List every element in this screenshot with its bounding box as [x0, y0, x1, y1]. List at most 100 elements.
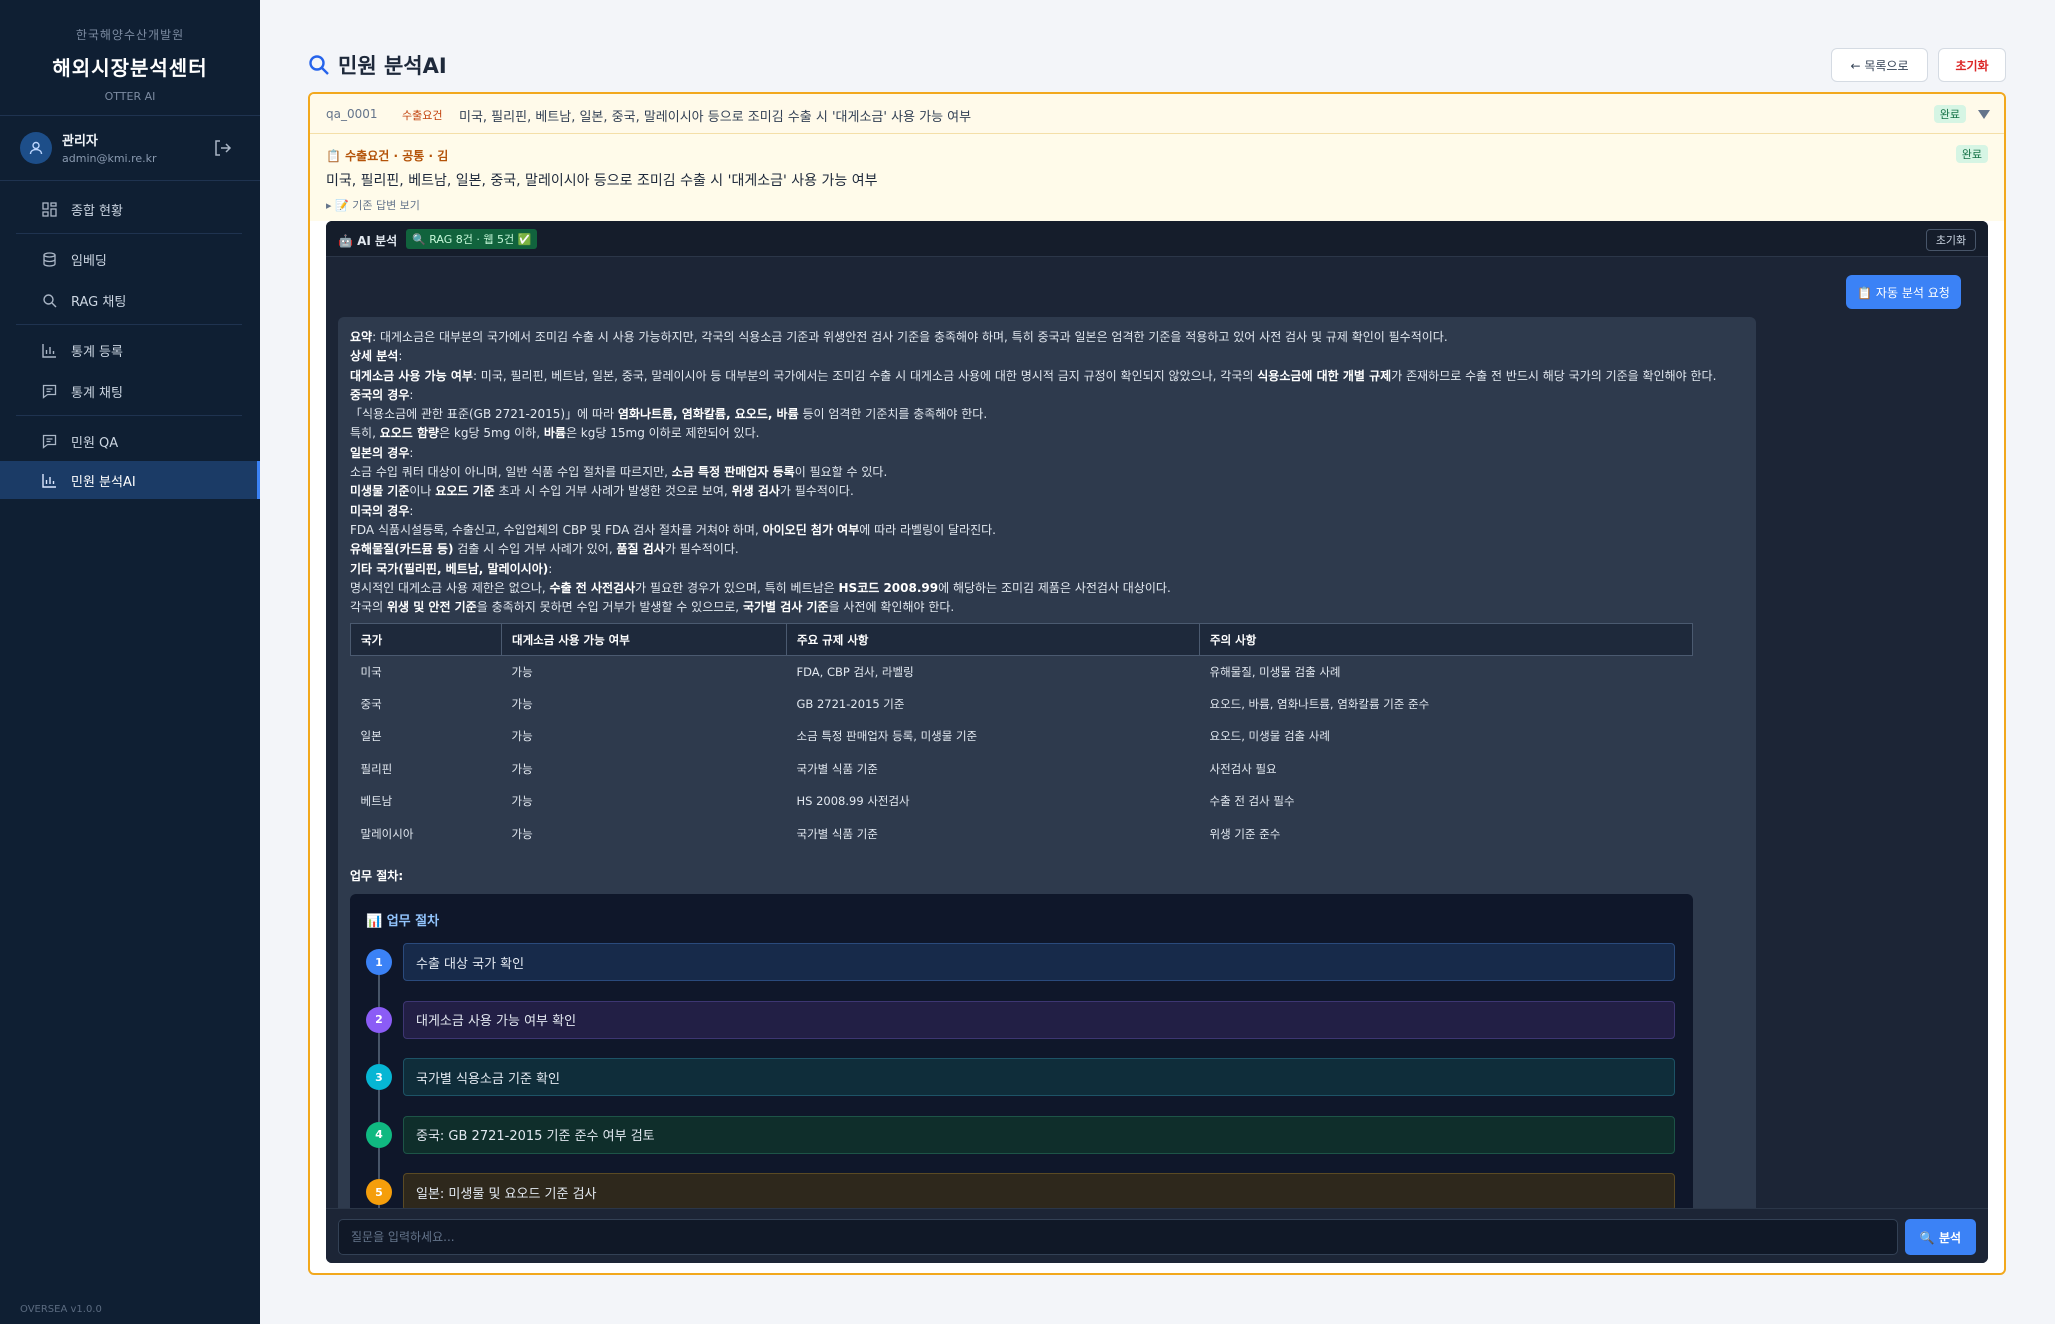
sidebar-item-qa-analysis[interactable]: 민원 분석AI	[0, 461, 260, 499]
qa-card-header[interactable]: qa_0001 수출요건 미국, 필리핀, 베트남, 일본, 중국, 말레이시아…	[310, 94, 2004, 134]
answer-text-run: 은 kg당 15mg 이하로 제한되어 있다.	[565, 426, 760, 441]
search-icon	[43, 293, 57, 307]
table-cell: 말레이시아	[360, 826, 414, 841]
table-row: 필리핀 가능 국가별 식품 기준 사전검사 필요	[351, 753, 1693, 785]
table-row: 말레이시아 가능 국가별 식품 기준 위생 기준 준수	[351, 817, 1693, 849]
sidebar-item-qa[interactable]: 민원 QA	[0, 422, 260, 460]
sidebar-item-stats-chat[interactable]: 통계 채팅	[0, 372, 260, 410]
answer-bold: 요오드 기준	[435, 484, 495, 499]
sidebar-item-embedding[interactable]: 임베딩	[0, 240, 260, 278]
table-cell: 위생 기준 준수	[1209, 826, 1281, 841]
sidebar-item-label: 통계 채팅	[71, 385, 123, 401]
answer-bold: 상세 분석	[350, 349, 399, 364]
answer-bold: 품질 검사	[616, 542, 665, 557]
brand-org: 한국해양수산개발원	[75, 28, 185, 42]
answer-line: 미생물 기준이나 요오드 기준 초과 시 수입 거부 사례가 발생한 것으로 보…	[350, 482, 1750, 501]
sidebar-item-dashboard[interactable]: 종합 현황	[0, 190, 260, 228]
divider	[16, 324, 242, 325]
sidebar: 한국해양수산개발원 해외시장분석센터 OTTER AI 관리자 admin@km…	[0, 0, 260, 1324]
answer-line: 중국의 경우:	[350, 386, 1750, 405]
table-row: 베트남 가능 HS 2008.99 사전검사 수출 전 검사 필수	[351, 785, 1693, 817]
version-label: OVERSEA v1.0.0	[20, 1304, 102, 1315]
answer-line: 유해물질(카드뮴 등) 검출 시 수입 거부 사례가 있어, 품질 검사가 필수…	[350, 540, 1750, 559]
question-input[interactable]	[338, 1219, 1898, 1255]
brand-title: 해외시장분석센터	[52, 56, 208, 80]
answer-bold: 위생 검사	[731, 484, 780, 499]
analyze-button[interactable]: 🔍 분석	[1905, 1219, 1976, 1255]
answer-text-run: 이 필요할 수 있다.	[794, 465, 888, 480]
step-connector	[378, 975, 380, 1007]
chat-icon	[42, 384, 57, 399]
answer-text-run: 초과 시 수입 거부 사례가 발생한 것으로 보여,	[494, 484, 732, 499]
back-to-list-button[interactable]: ← 목록으로	[1831, 48, 1928, 82]
sidebar-item-label: 민원 QA	[71, 435, 119, 451]
table-row: 일본 가능 소금 특정 판매업자 등록, 미생물 기준 요오드, 미생물 검출 …	[351, 720, 1693, 752]
process-step: 중국: GB 2721-2015 기준 준수 여부 검토	[403, 1115, 1675, 1154]
answer-line: 요약: 대게소금은 대부분의 국가에서 조미김 수출 시 사용 가능하지만, 각…	[350, 328, 1750, 347]
answer-text: 요약: 대게소금은 대부분의 국가에서 조미김 수출 시 사용 가능하지만, 각…	[350, 328, 1750, 617]
answer-line: 「식용소금에 관한 표준(GB 2721-2015)」에 따라 염화나트륨, 염…	[350, 405, 1750, 424]
question-category: 📋 수출요건 · 공통 · 김	[326, 149, 449, 163]
ai-answer: 요약: 대게소금은 대부분의 국가에서 조미김 수출 시 사용 가능하지만, 각…	[338, 317, 1756, 1263]
step-connector	[378, 1032, 380, 1064]
answer-text-run: :	[409, 387, 414, 402]
table-cell: 필리핀	[360, 761, 393, 776]
table-cell: 요오드, 바륨, 염화나트륨, 염화칼륨 기준 준수	[1209, 697, 1430, 712]
answer-text-run: 특히,	[350, 426, 380, 441]
question-text: 미국, 필리핀, 베트남, 일본, 중국, 말레이시아 등으로 조미김 수출 시…	[326, 173, 878, 189]
table-cell: 가능	[511, 729, 533, 744]
show-original-answer-toggle[interactable]: ▸ 📝 기존 답변 보기	[326, 197, 420, 213]
process-step: 국가별 식용소금 기준 확인	[403, 1058, 1675, 1096]
answer-text-run: :	[409, 503, 414, 518]
table-cell: 중국	[360, 697, 382, 712]
answer-line: 대게소금 사용 가능 여부: 미국, 필리핀, 베트남, 일본, 중국, 말레이…	[350, 367, 1750, 386]
answer-bold: 요약	[350, 330, 373, 344]
step-connector	[378, 1090, 380, 1122]
answer-text-run: FDA 식품시설등록, 수출신고, 수입업체의 CBP 및 FDA 검사 절차를…	[350, 522, 763, 537]
answer-bold: 기타 국가(필리핀, 베트남, 말레이시아)	[350, 561, 549, 576]
panel-reset-button[interactable]: 초기화	[1926, 229, 1976, 251]
answer-text-run: 가 존재하므로 수출 전 반드시 해당 국가의 기준을 확인해야 한다.	[1391, 368, 1717, 383]
answer-text-run: 가 필요한 경우가 있으며, 특히 베트남은	[635, 580, 839, 595]
process-label: 업무 절차:	[350, 869, 404, 883]
table-cell: 베트남	[360, 794, 393, 809]
rag-source-badge: 🔍 RAG 8건 · 웹 5건 ✅	[406, 229, 538, 249]
ai-analysis-panel: 🤖 AI 분석 🔍 RAG 8건 · 웹 5건 ✅ 초기화 📋 자동 분석 요청…	[326, 221, 1988, 1263]
qa-card: qa_0001 수출요건 미국, 필리핀, 베트남, 일본, 중국, 말레이시아…	[308, 92, 2006, 1275]
answer-text-run: 을 충족하지 못하면 수입 거부가 발생할 수 있으므로,	[476, 600, 743, 615]
question-info: 📋 수출요건 · 공통 · 김 완료 미국, 필리핀, 베트남, 일본, 중국,…	[310, 134, 2004, 221]
process-flow-title: 📊 업무 절차	[366, 914, 440, 929]
answer-text-run: 소금 수입 쿼터 대상이 아니며, 일반 식품 수입 절차를 따르지만,	[350, 465, 672, 480]
answer-text-run: 에 따라 라벨링이 달라진다.	[859, 522, 996, 537]
table-cell: 소금 특정 판매업자 등록, 미생물 기준	[796, 729, 978, 744]
step-number: 4	[366, 1121, 392, 1148]
answer-text-run: :	[409, 445, 414, 460]
step-number: 3	[366, 1064, 392, 1090]
step-number: 1	[366, 949, 392, 975]
sidebar-item-rag-chat[interactable]: RAG 채팅	[0, 281, 260, 319]
answer-line: 특히, 요오드 함량은 kg당 5mg 이하, 바륨은 kg당 15mg 이하로…	[350, 424, 1750, 443]
answer-text-run: 「식용소금에 관한 표준(GB 2721-2015)」에 따라	[350, 407, 618, 422]
table-header: 대게소금 사용 가능 여부	[501, 623, 787, 656]
answer-text-run: :	[398, 349, 403, 364]
table-cell: 국가별 식품 기준	[796, 826, 878, 841]
logout-icon[interactable]	[212, 138, 232, 158]
sidebar-item-stats-register[interactable]: 통계 등록	[0, 331, 260, 369]
ai-panel-title: 🤖 AI 분석	[338, 234, 398, 248]
answer-text-run: 각국의	[350, 600, 387, 615]
reset-button[interactable]: 초기화	[1938, 48, 2006, 82]
user-name: 관리자	[62, 134, 98, 149]
answer-text-run: : 대게소금은 대부분의 국가에서 조미김 수출 시 사용 가능하지만, 각국의…	[372, 330, 1448, 344]
bar-chart-icon	[42, 473, 56, 488]
answer-bold: 요오드 함량	[379, 426, 440, 441]
table-cell: 국가별 식품 기준	[796, 761, 878, 776]
table-cell: 사전검사 필요	[1209, 761, 1277, 776]
answer-line: 명시적인 대게소금 사용 제한은 없으나, 수출 전 사전검사가 필요한 경우가…	[350, 579, 1750, 598]
auto-analysis-button[interactable]: 📋 자동 분석 요청	[1846, 275, 1961, 309]
answer-bold: 위생 및 안전 기준	[386, 600, 477, 615]
answer-text-run: 가 필수적이다.	[779, 484, 854, 499]
chevron-down-icon[interactable]	[1978, 110, 1990, 119]
answer-text-run: 등이 엄격한 기준치를 충족해야 한다.	[798, 407, 988, 422]
answer-bold: 대게소금 사용 가능 여부	[350, 368, 473, 383]
answer-bold: 소금 특정 판매업자 등록	[671, 465, 795, 480]
